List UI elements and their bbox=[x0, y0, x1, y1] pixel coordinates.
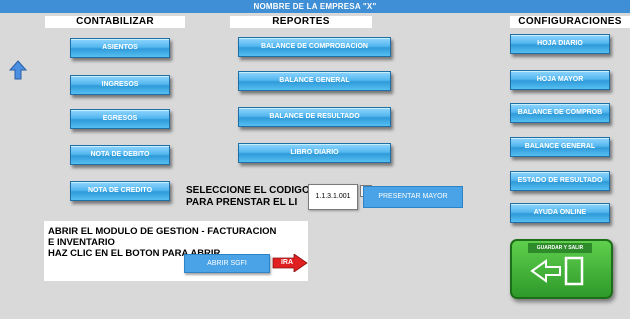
libro-diario-button[interactable]: LIBRO DIARIO bbox=[238, 143, 391, 163]
asientos-button[interactable]: ASIENTOS bbox=[70, 38, 170, 58]
egresos-button[interactable]: EGRESOS bbox=[70, 109, 170, 129]
sgfi-line-1: ABRIR EL MODULO DE GESTION - FACTURACION bbox=[48, 226, 277, 237]
balance-de-comprobacion-button[interactable]: BALANCE DE COMPROBACION bbox=[238, 37, 391, 57]
section-contabilizar: CONTABILIZAR bbox=[45, 16, 185, 28]
up-arrow-icon[interactable] bbox=[9, 60, 27, 80]
estado-de-resultado-button[interactable]: ESTADO DE RESULTADO bbox=[510, 171, 610, 191]
presentar-mayor-button[interactable]: PRESENTAR MAYOR bbox=[363, 186, 463, 208]
nota-de-debito-button[interactable]: NOTA DE DEBITO bbox=[70, 145, 170, 165]
section-configuraciones: CONFIGURACIONES bbox=[510, 16, 630, 28]
ayuda-online-button[interactable]: AYUDA ONLINE bbox=[510, 203, 610, 223]
abrir-sgfi-button[interactable]: ABRIR SGFI bbox=[184, 254, 270, 273]
ingresos-button[interactable]: INGRESOS bbox=[70, 75, 170, 95]
company-title-bar: NOMBRE DE LA EMPRESA "X" bbox=[0, 0, 630, 13]
save-exit-label: GUARDAR Y SALIR bbox=[528, 243, 592, 253]
balance-general-button[interactable]: BALANCE GENERAL bbox=[238, 71, 391, 91]
hoja-mayor-button[interactable]: HOJA MAYOR bbox=[510, 70, 610, 90]
sgfi-line-2: E INVENTARIO bbox=[48, 237, 115, 248]
balance-de-resultado-button[interactable]: BALANCE DE RESULTADO bbox=[238, 107, 391, 127]
select-code-label: SELECCIONE EL CODIGO bbox=[186, 185, 310, 196]
nota-de-credito-button[interactable]: NOTA DE CREDITO bbox=[70, 181, 170, 201]
present-ledger-label: PARA PRENSTAR EL LI bbox=[186, 197, 298, 208]
exit-icon bbox=[530, 256, 584, 286]
section-reportes: REPORTES bbox=[230, 16, 372, 28]
hoja-diario-button[interactable]: HOJA DIARIO bbox=[510, 34, 610, 54]
balance-de-comprob-button[interactable]: BALANCE DE COMPROB bbox=[510, 103, 610, 123]
ira-label: IRA bbox=[280, 259, 294, 266]
config-balance-general-button[interactable]: BALANCE GENERAL bbox=[510, 137, 610, 157]
account-code-input[interactable]: 1.1.3.1.001 bbox=[308, 184, 358, 210]
